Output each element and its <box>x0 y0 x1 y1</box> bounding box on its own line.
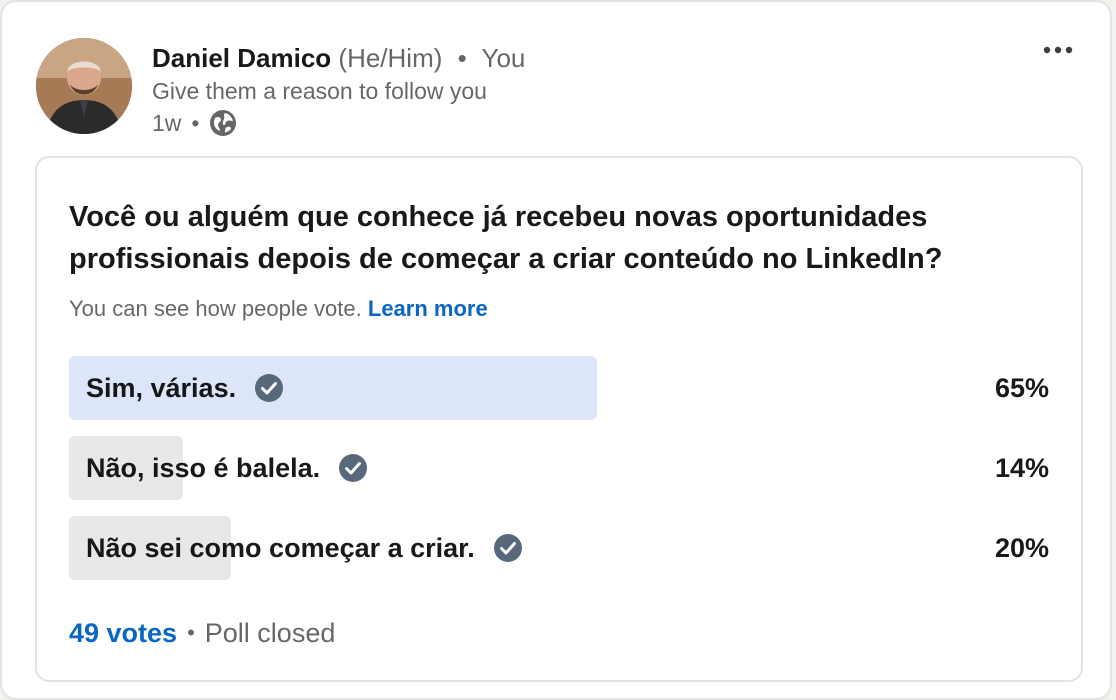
poll-option[interactable]: Não sei como começar a criar. 20% <box>69 516 1049 580</box>
author-headline[interactable]: Give them a reason to follow you <box>152 76 487 106</box>
poll-option-label: Não, isso é balela. <box>86 452 321 483</box>
separator-dot: • <box>191 110 200 136</box>
poll-option[interactable]: Sim, várias. 65% <box>69 356 1049 420</box>
author-name[interactable]: Daniel Damico <box>152 43 331 73</box>
post-meta: 1w • <box>152 108 237 138</box>
poll-option-percent: 20% <box>994 532 1049 563</box>
visibility-text: You can see how people vote. <box>69 296 362 321</box>
poll: Você ou alguém que conhece já recebeu no… <box>35 156 1083 682</box>
poll-option-label: Sim, várias. <box>86 372 237 403</box>
connection-degree: You <box>481 43 526 73</box>
author-pronouns: (He/Him) <box>338 43 443 73</box>
separator-dot: • <box>187 620 195 645</box>
poll-option-label-row: Sim, várias. <box>86 356 284 420</box>
poll-option-label-row: Não, isso é balela. <box>86 436 368 500</box>
avatar[interactable] <box>36 38 132 134</box>
check-circle-icon <box>338 453 368 483</box>
votes-count-link[interactable]: 49 votes <box>69 616 177 650</box>
poll-option-label: Não sei como começar a criar. <box>86 532 475 563</box>
check-circle-icon <box>493 533 523 563</box>
post-time: 1w <box>152 110 182 136</box>
poll-footer: 49 votes • Poll closed <box>69 616 335 650</box>
poll-visibility-note: You can see how people vote. Learn more <box>69 294 488 324</box>
separator-dot: • <box>457 43 467 73</box>
avatar-photo <box>36 38 132 134</box>
post-card: Daniel Damico (He/Him) • You Give them a… <box>0 0 1112 700</box>
check-circle-icon <box>254 373 284 403</box>
poll-question: Você ou alguém que conhece já recebeu no… <box>69 201 943 275</box>
poll-option[interactable]: Não, isso é balela. 14% <box>69 436 1049 500</box>
more-horizontal-icon[interactable] <box>1042 40 1076 60</box>
poll-option-label-row: Não sei como começar a criar. <box>86 516 523 580</box>
poll-option-percent: 14% <box>994 452 1049 483</box>
poll-option-percent: 65% <box>994 372 1049 403</box>
poll-status: Poll closed <box>204 618 336 648</box>
author-line: Daniel Damico (He/Him) • You <box>152 42 525 74</box>
learn-more-link[interactable]: Learn more <box>368 296 488 321</box>
globe-icon <box>209 109 237 137</box>
